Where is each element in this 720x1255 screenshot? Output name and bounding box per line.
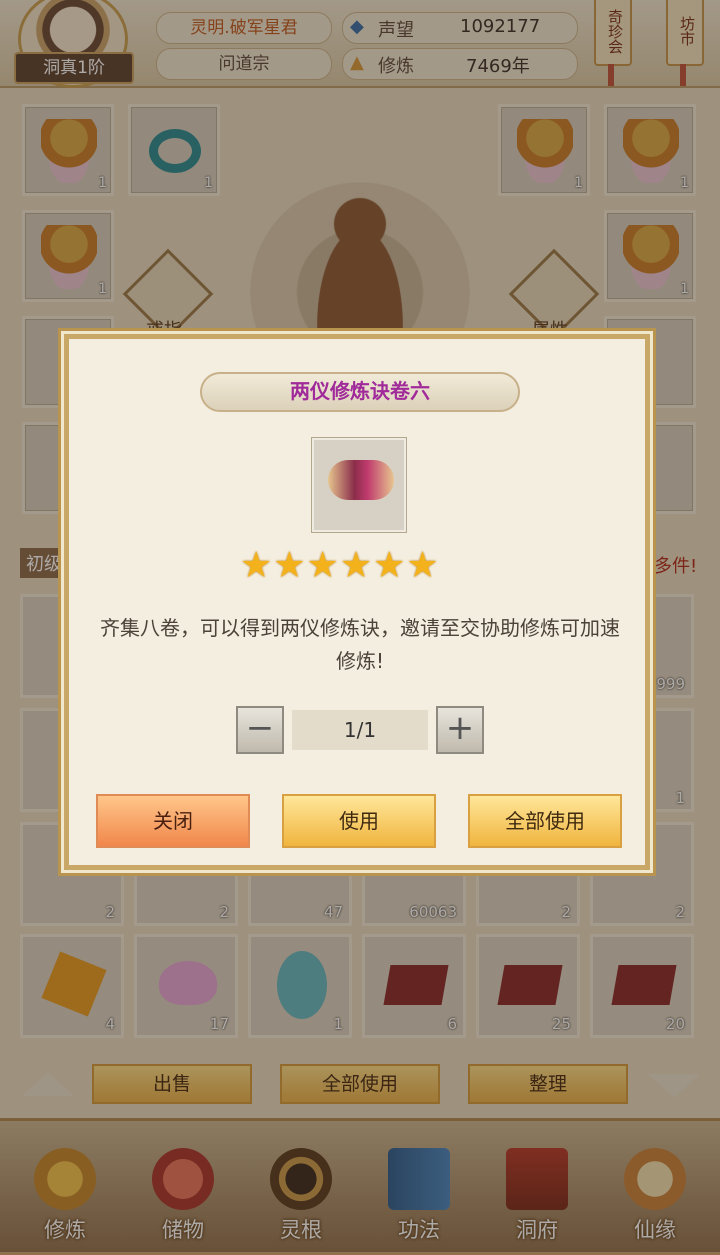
quantity-display: 1/1 bbox=[292, 710, 428, 750]
item-dialog bbox=[64, 334, 650, 870]
close-button[interactable]: 关闭 bbox=[96, 794, 250, 848]
scroll-icon bbox=[328, 460, 394, 500]
dialog-title: 两仪修炼诀卷六 bbox=[290, 379, 430, 403]
dialog-item-slot bbox=[312, 438, 406, 532]
use-all-dialog-button[interactable]: 全部使用 bbox=[468, 794, 622, 848]
decrease-button[interactable]: − bbox=[236, 706, 284, 754]
increase-button[interactable]: + bbox=[436, 706, 484, 754]
star-rating: ★★★★★★ bbox=[240, 545, 440, 586]
use-button[interactable]: 使用 bbox=[282, 794, 436, 848]
item-description: 齐集八卷，可以得到两仪修炼诀，邀请至交协助修炼可加速修炼! bbox=[100, 616, 620, 673]
